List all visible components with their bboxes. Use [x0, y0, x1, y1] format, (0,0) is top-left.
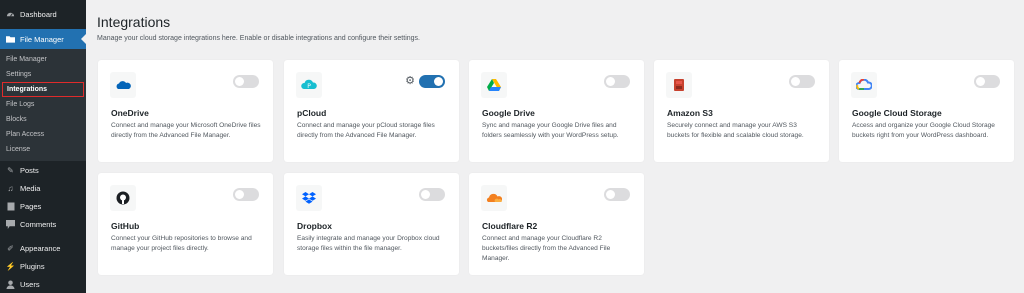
submenu-blocks[interactable]: Blocks: [0, 112, 86, 127]
page-title: Integrations: [97, 14, 171, 30]
sidebar-item-label: Media: [20, 183, 41, 193]
folder-icon: [6, 35, 15, 44]
submenu-settings[interactable]: Settings: [0, 67, 86, 82]
sidebar-item-label: Dashboard: [20, 10, 57, 19]
sidebar-item-users[interactable]: Users: [0, 275, 86, 293]
integration-card-github: GitHub Connect your GitHub repositories …: [98, 173, 273, 275]
card-description: Connect and manage your pCloud storage f…: [297, 122, 435, 139]
submenu-plan-access[interactable]: Plan Access: [0, 127, 86, 142]
pcloud-logo-icon: P: [296, 72, 322, 98]
sidebar-item-label: File Manager: [20, 34, 64, 44]
integration-card-cloudflare-r2: Cloudflare R2 Connect and manage your Cl…: [469, 173, 644, 275]
onedrive-logo-icon: [110, 72, 136, 98]
sidebar-item-label: Comments: [20, 219, 57, 229]
submenu-file-manager[interactable]: File Manager: [0, 52, 86, 67]
card-title: Google Drive: [482, 108, 535, 118]
enable-toggle[interactable]: [233, 188, 259, 201]
enable-toggle[interactable]: [604, 75, 630, 88]
dropbox-logo-icon: [296, 185, 322, 211]
sidebar-item-label: Plugins: [20, 261, 45, 271]
amazon-s3-logo-icon: [666, 72, 692, 98]
card-title: GitHub: [111, 221, 140, 231]
enable-toggle[interactable]: [419, 75, 445, 88]
page-description: Manage your cloud storage integrations h…: [97, 35, 420, 42]
sidebar-item-label: Appearance: [20, 243, 61, 253]
enable-toggle[interactable]: [789, 75, 815, 88]
enable-toggle[interactable]: [233, 75, 259, 88]
submenu-license[interactable]: License: [0, 142, 86, 157]
enable-toggle[interactable]: [604, 188, 630, 201]
card-description: Easily integrate and manage your Dropbox…: [297, 235, 440, 252]
card-description: Connect your GitHub repositories to brow…: [111, 235, 252, 252]
google-drive-logo-icon: [481, 72, 507, 98]
sidebar-item-plugins[interactable]: ⚡ Plugins: [0, 257, 86, 275]
submenu-file-logs[interactable]: File Logs: [0, 97, 86, 112]
sidebar-item-label: Posts: [20, 165, 39, 175]
sidebar-item-pages[interactable]: Pages: [0, 197, 86, 215]
sidebar-item-media[interactable]: ♫ Media: [0, 179, 86, 197]
cloudflare-r2-logo-icon: [481, 185, 507, 211]
integration-card-google-drive: Google Drive Sync and manage your Google…: [469, 60, 644, 162]
integration-card-amazon-s3: Amazon S3 Securely connect and manage yo…: [654, 60, 829, 162]
card-description: Connect and manage your Microsoft OneDri…: [111, 122, 261, 139]
pages-icon: [6, 202, 15, 211]
sidebar-item-label: Pages: [20, 201, 42, 211]
media-icon: ♫: [7, 183, 14, 193]
card-description: Sync and manage your Google Drive files …: [482, 122, 619, 139]
card-description: Access and organize your Google Cloud St…: [852, 122, 995, 139]
svg-text:P: P: [307, 83, 311, 90]
card-description: Connect and manage your Cloudflare R2 bu…: [482, 235, 611, 262]
integration-card-pcloud: P ⚙ pCloud Connect and manage your pClou…: [284, 60, 459, 162]
comment-icon: [6, 219, 15, 229]
sidebar-item-posts[interactable]: ✎ Posts: [0, 161, 86, 179]
sidebar-item-file-manager[interactable]: File Manager: [0, 29, 86, 49]
card-title: Amazon S3: [667, 108, 713, 118]
admin-sidebar: Dashboard File Manager File Manager Sett…: [0, 0, 86, 293]
gear-icon[interactable]: ⚙: [405, 75, 415, 88]
brush-icon: ✐: [7, 243, 14, 253]
card-title: OneDrive: [111, 108, 149, 118]
enable-toggle[interactable]: [419, 188, 445, 201]
sidebar-item-label: Users: [20, 279, 40, 289]
pin-icon: ✎: [7, 165, 14, 175]
google-cloud-logo-icon: [851, 72, 877, 98]
user-icon: [6, 279, 15, 289]
sidebar-item-appearance[interactable]: ✐ Appearance: [0, 239, 86, 257]
integration-card-onedrive: OneDrive Connect and manage your Microso…: [98, 60, 273, 162]
card-title: pCloud: [297, 108, 327, 118]
integration-card-google-cloud-storage: Google Cloud Storage Access and organize…: [839, 60, 1014, 162]
sidebar-item-comments[interactable]: Comments: [0, 215, 86, 233]
submenu-integrations[interactable]: Integrations: [2, 82, 84, 97]
enable-toggle[interactable]: [974, 75, 1000, 88]
file-manager-submenu: File Manager Settings Integrations File …: [0, 49, 86, 161]
dashboard-icon: [6, 10, 15, 19]
card-title: Google Cloud Storage: [852, 108, 942, 118]
card-description: Securely connect and manage your AWS S3 …: [667, 122, 804, 139]
sidebar-item-dashboard[interactable]: Dashboard: [0, 0, 86, 29]
card-title: Dropbox: [297, 221, 332, 231]
integration-card-dropbox: Dropbox Easily integrate and manage your…: [284, 173, 459, 275]
card-title: Cloudflare R2: [482, 221, 538, 231]
plug-icon: ⚡: [5, 261, 16, 271]
github-logo-icon: [110, 185, 136, 211]
